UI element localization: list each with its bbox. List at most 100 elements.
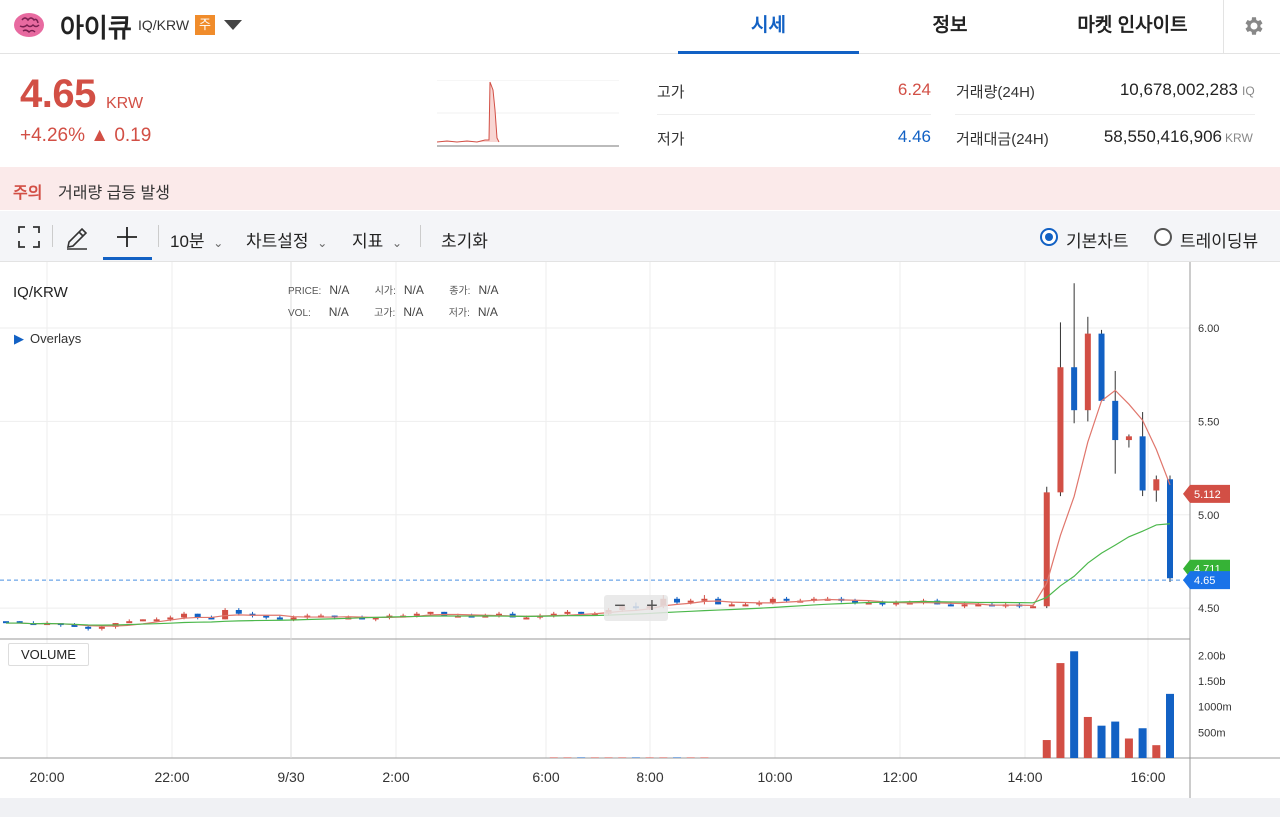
candle-body <box>1153 479 1160 491</box>
candle-body <box>98 626 105 629</box>
toolbar-divider <box>52 225 53 247</box>
candle-body <box>728 604 735 607</box>
chart-pair-label: IQ/KRW <box>13 284 68 301</box>
volume-bar <box>1166 693 1174 758</box>
basic-chart-label[interactable]: 기본차트 <box>1066 227 1129 252</box>
chevron-down-icon: ⌄ <box>317 236 328 250</box>
fullscreen-icon[interactable] <box>17 225 41 249</box>
low-value: 4.46 <box>897 127 931 146</box>
indicators-label: 지표 <box>352 232 384 251</box>
time-axis-label: 10:00 <box>757 769 792 785</box>
current-price: 4.65 <box>20 72 96 116</box>
price-axis-label: 6.00 <box>1198 323 1219 335</box>
volume-bar <box>563 757 572 758</box>
volume-bar <box>549 757 558 758</box>
candle-body <box>701 598 708 601</box>
candle-body <box>263 615 270 618</box>
pencil-icon[interactable] <box>64 225 90 251</box>
ma-long-price-text: 5.112 <box>1194 489 1221 501</box>
candle-body <box>687 600 694 603</box>
volume-bar <box>700 757 709 758</box>
candle-body <box>578 611 585 614</box>
indicators-menu[interactable]: 지표 ⌄ <box>352 227 402 252</box>
notice-label: 주의 <box>13 185 43 202</box>
candle-body <box>1167 479 1173 579</box>
gear-icon[interactable] <box>1241 14 1265 38</box>
candle-body <box>947 604 954 607</box>
mini-sparkline-chart <box>437 80 619 147</box>
chart-settings-menu[interactable]: 차트설정 ⌄ <box>246 227 327 252</box>
ohlc-row-1: PRICE: N/A 시가: N/A 종가: N/A <box>288 282 498 297</box>
tradingview-label[interactable]: 트레이딩뷰 <box>1180 227 1258 252</box>
volume-bar <box>1152 745 1161 758</box>
ohlc-key: 종가: <box>449 286 471 297</box>
volume-bar <box>577 757 586 758</box>
overlays-toggle[interactable]: ▶ Overlays <box>14 331 81 347</box>
volume-pane-label: VOLUME <box>8 643 89 666</box>
candle-body <box>85 626 92 629</box>
candle-body <box>1057 367 1064 493</box>
volume-bar <box>1070 651 1079 758</box>
volume-bar <box>645 757 654 758</box>
volume-bar <box>673 757 682 758</box>
volume-bar <box>1083 716 1092 758</box>
time-axis-label: 9/30 <box>277 769 304 785</box>
basic-chart-radio[interactable] <box>1040 228 1058 246</box>
time-axis-label: 2:00 <box>382 769 409 785</box>
time-axis-label: 22:00 <box>154 769 189 785</box>
ohlc-value: N/A <box>403 305 424 319</box>
brain-logo-icon <box>14 13 44 37</box>
candlestick-chart[interactable]: 6.00 5.50 5.00 4.50 2.00b 1.50b 1000m 500m 20:00… <box>0 262 1280 798</box>
coin-dropdown-caret-icon[interactable] <box>224 20 242 30</box>
amount-24h-unit: KRW <box>1225 131 1253 145</box>
ohlc-value: N/A <box>477 305 498 319</box>
volume-bar <box>686 757 695 758</box>
ohlc-key: 저가: <box>448 308 470 319</box>
ohlc-row-2: VOL: N/A 고가: N/A 저가: N/A <box>288 304 498 319</box>
candle-body <box>742 604 749 607</box>
amount-24h-label: 거래대금(24H) <box>956 131 1049 148</box>
candle-body <box>674 598 681 603</box>
amount-24h-value: 58,550,416,906 <box>1103 127 1222 146</box>
crosshair-icon[interactable] <box>115 225 139 249</box>
candle-body <box>1139 436 1146 491</box>
interval-select[interactable]: 10분 ⌄ <box>170 227 223 252</box>
candle-body <box>153 619 160 622</box>
tab-market-insight[interactable]: 마켓 인사이트 <box>1050 0 1215 54</box>
candle-body <box>126 621 133 624</box>
high-value: 6.24 <box>897 80 931 99</box>
crosshair-active-indicator <box>103 257 152 260</box>
chevron-down-icon: ⌄ <box>392 236 403 250</box>
candle-body <box>852 600 859 603</box>
overlays-label: Overlays <box>30 331 82 346</box>
tab-price[interactable]: 시세 <box>678 0 859 54</box>
zoom-in-button[interactable]: + <box>636 595 668 618</box>
candle-body <box>235 609 242 614</box>
coin-name[interactable]: 아이큐 <box>60 8 132 45</box>
candle-body <box>427 611 434 614</box>
time-axis-label: 8:00 <box>636 769 663 785</box>
reset-button[interactable]: 초기화 <box>441 227 488 252</box>
notice-text: 거래량 급등 발생 <box>58 185 170 202</box>
candle-body <box>1112 400 1119 441</box>
volume-24h-value: 10,678,002,283 <box>1119 80 1238 99</box>
tradingview-radio[interactable] <box>1154 228 1172 246</box>
zoom-out-button[interactable]: − <box>604 595 636 618</box>
volume-bar <box>659 757 668 758</box>
stat-divider <box>955 114 1255 115</box>
time-axis-label: 6:00 <box>532 769 559 785</box>
stat-divider <box>657 114 931 115</box>
volume-bar <box>1138 728 1147 758</box>
candle-body <box>1071 367 1078 411</box>
volume-axis-label: 1.50b <box>1198 676 1226 688</box>
volume-bar <box>604 757 613 758</box>
candle-body <box>222 609 229 620</box>
chart-area[interactable]: 6.00 5.50 5.00 4.50 2.00b 1.50b 1000m 500m 20:00… <box>0 262 1280 798</box>
caution-badge: 주 <box>195 15 215 35</box>
candle-body <box>961 604 968 607</box>
price-unit: KRW <box>106 95 144 112</box>
volume-bar <box>1056 663 1065 758</box>
tab-info[interactable]: 정보 <box>870 0 1030 54</box>
price-axis-label: 5.50 <box>1198 416 1219 428</box>
notice-bar: 주의 거래량 급등 발생 <box>0 167 1280 210</box>
